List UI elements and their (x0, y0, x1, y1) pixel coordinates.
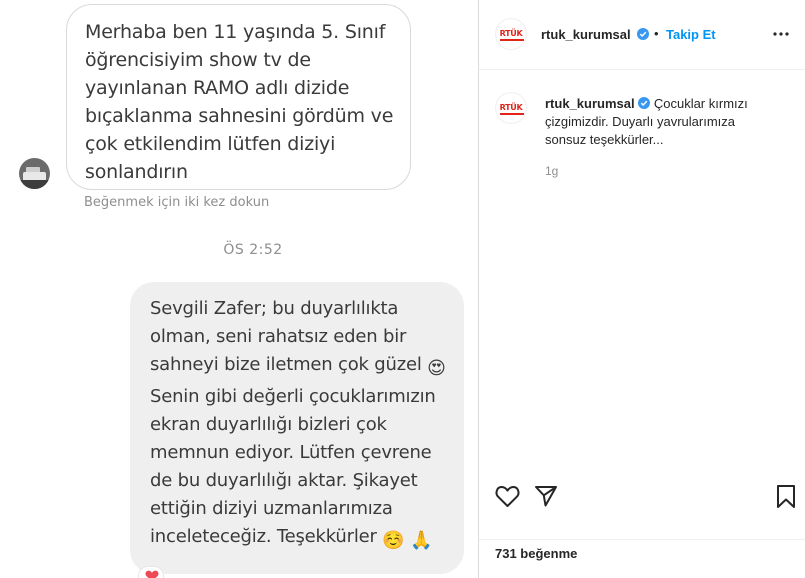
incoming-message-bubble: Merhaba ben 11 yaşında 5. Sınıf öğrencis… (66, 4, 411, 190)
reply-message-bubble: Sevgili Zafer; bu duyarlılıkta olman, se… (130, 282, 464, 574)
incoming-message-text: Merhaba ben 11 yaşında 5. Sınıf öğrencis… (85, 21, 394, 183)
message-timestamp: ÖS 2:52 (223, 242, 283, 258)
smiling-emoji-icon: ☺️ (382, 530, 405, 551)
double-tap-like-hint: Beğenmek için iki kez dokun (84, 195, 270, 210)
header-separator: • (654, 26, 659, 41)
post-header: RTÜK rtuk_kurumsal • Takip Et (479, 0, 805, 70)
heart-eyes-emoji-icon: 😍 (427, 358, 446, 379)
caption-username[interactable]: rtuk_kurumsal (545, 96, 635, 111)
heart-icon[interactable] (495, 485, 520, 508)
likes-count[interactable]: 731 beğenme (495, 546, 577, 561)
share-icon[interactable] (534, 485, 558, 507)
post-caption: rtuk_kurumsal Çocuklar kırmızı çizgimizd… (545, 95, 777, 149)
bookmark-icon[interactable] (776, 484, 796, 509)
account-avatar[interactable]: RTÜK (495, 18, 527, 50)
caption-avatar[interactable]: RTÜK (495, 92, 527, 124)
more-options-icon[interactable] (771, 24, 791, 44)
chat-screenshot: Merhaba ben 11 yaşında 5. Sınıf öğrencis… (0, 0, 478, 578)
post-side-panel: RTÜK rtuk_kurumsal • Takip Et RTÜK rtuk_… (479, 0, 805, 578)
verified-badge-icon (637, 28, 649, 40)
post-age: 1g (545, 164, 559, 178)
verified-badge-icon (638, 97, 651, 109)
heart-reaction-icon (138, 566, 164, 578)
praying-hands-emoji-icon: 🙏 (410, 530, 433, 551)
follow-button[interactable]: Takip Et (666, 27, 716, 42)
header-username[interactable]: rtuk_kurumsal (541, 27, 631, 42)
sender-avatar (19, 158, 50, 189)
reply-message-text: Sevgili Zafer; bu duyarlılıkta olman, se… (150, 295, 454, 555)
actions-divider (479, 539, 805, 540)
